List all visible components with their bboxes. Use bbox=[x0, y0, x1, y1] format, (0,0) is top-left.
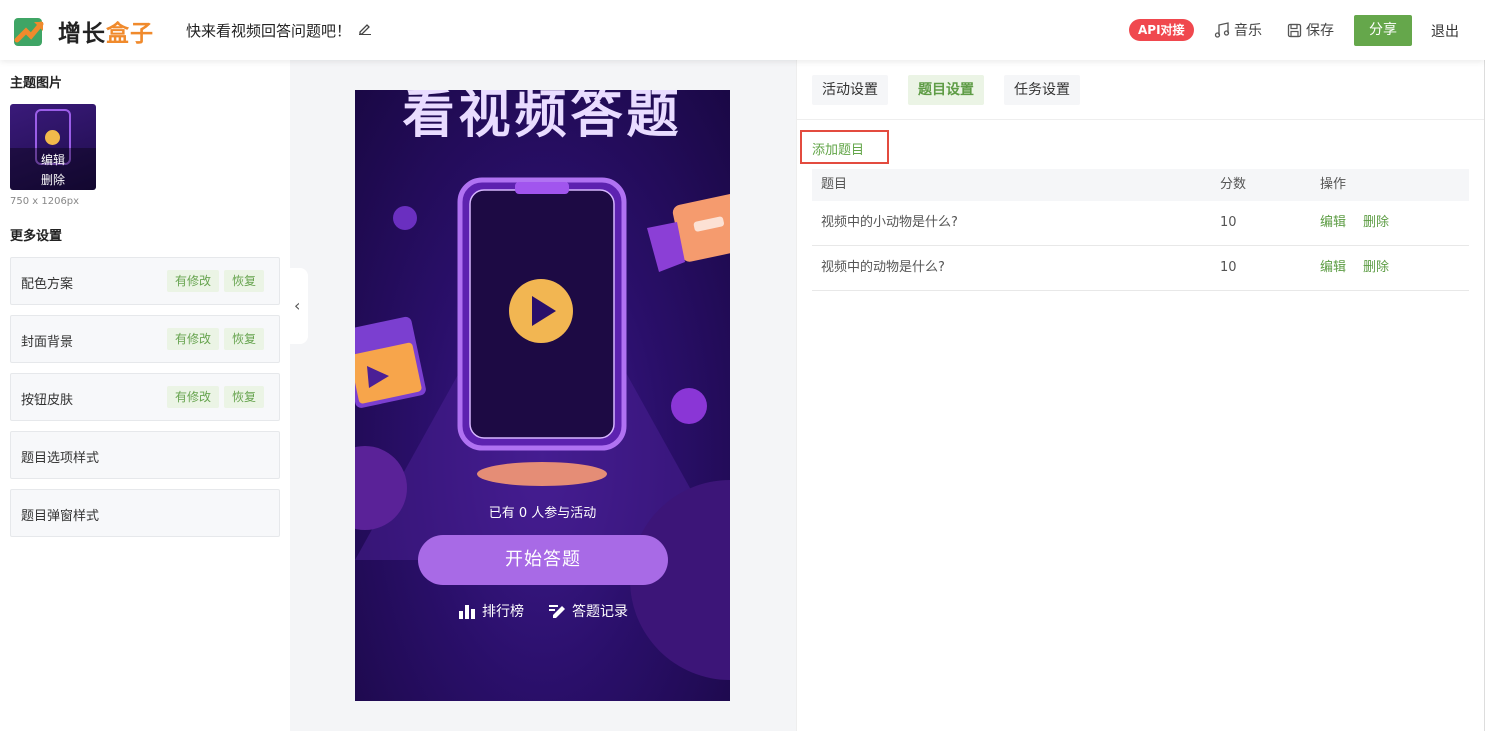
music-button[interactable]: 音乐 bbox=[1214, 20, 1262, 40]
question-table: 题目 分数 操作 视频中的小动物是什么? 10 编辑 删除 视频中的动物是什么?… bbox=[812, 169, 1469, 291]
setting-label: 封面背景 bbox=[21, 335, 74, 350]
theme-image-thumbnail[interactable]: 编辑 删除 bbox=[10, 104, 96, 190]
restore-button[interactable]: 恢复 bbox=[224, 270, 265, 292]
modified-tag: 有修改 bbox=[167, 270, 220, 292]
leaderboard-link[interactable]: 排行榜 bbox=[458, 601, 524, 621]
setting-cover-background[interactable]: 封面背景 有修改 恢复 bbox=[10, 315, 280, 363]
add-question-button[interactable]: 添加题目 bbox=[800, 130, 889, 164]
setting-label: 题目选项样式 bbox=[21, 451, 100, 466]
tab-divider bbox=[797, 119, 1485, 120]
answer-records-link[interactable]: 答题记录 bbox=[548, 601, 628, 621]
save-label: 保存 bbox=[1306, 23, 1334, 39]
tab-question-settings[interactable]: 题目设置 bbox=[908, 75, 984, 105]
score-value: 10 bbox=[1220, 260, 1237, 275]
column-score: 分数 bbox=[1220, 177, 1247, 192]
modified-tag: 有修改 bbox=[167, 328, 220, 350]
score-value: 10 bbox=[1220, 215, 1237, 230]
music-label: 音乐 bbox=[1234, 23, 1262, 39]
table-row: 视频中的小动物是什么? 10 编辑 删除 bbox=[812, 201, 1469, 246]
modified-tag: 有修改 bbox=[167, 386, 220, 408]
settings-panel: 活动设置 题目设置 任务设置 添加题目 题目 分数 操作 视频中的小动物是什么?… bbox=[796, 60, 1485, 731]
participants-text: 已有 0 人参与活动 bbox=[488, 506, 597, 521]
save-button[interactable]: 保存 bbox=[1287, 20, 1334, 40]
setting-button-skin[interactable]: 按钮皮肤 有修改 恢复 bbox=[10, 373, 280, 421]
preview-illustration bbox=[355, 177, 730, 680]
save-disk-icon bbox=[1287, 23, 1302, 37]
theme-image-title: 主题图片 bbox=[10, 76, 63, 91]
left-sidebar: 主题图片 编辑 删除 750 x 1206px 更多设置 配色方案 有修改 恢复… bbox=[0, 60, 290, 731]
delete-question-button[interactable]: 删除 bbox=[1363, 201, 1389, 245]
tab-activity-settings[interactable]: 活动设置 bbox=[812, 75, 888, 105]
start-quiz-button[interactable]: 开始答题 bbox=[418, 535, 668, 585]
tab-task-settings[interactable]: 任务设置 bbox=[1004, 75, 1080, 105]
bar-chart-icon bbox=[459, 605, 475, 619]
delete-question-button[interactable]: 删除 bbox=[1363, 246, 1389, 290]
edit-question-button[interactable]: 编辑 bbox=[1320, 201, 1346, 245]
restore-button[interactable]: 恢复 bbox=[224, 328, 265, 350]
mobile-preview: 看视频答题 已有 0 人参与活动 开始答题 排行榜 答题记录 bbox=[355, 90, 730, 701]
pencil-note-icon bbox=[549, 605, 565, 618]
setting-label: 题目弹窗样式 bbox=[21, 509, 100, 524]
setting-option-style[interactable]: 题目选项样式 bbox=[10, 431, 280, 479]
more-settings-title: 更多设置 bbox=[10, 229, 63, 244]
table-header: 题目 分数 操作 bbox=[812, 169, 1469, 201]
question-text: 视频中的小动物是什么? bbox=[821, 215, 958, 230]
collapse-sidebar-button[interactable]: ‹ bbox=[290, 268, 308, 344]
table-row: 视频中的动物是什么? 10 编辑 删除 bbox=[812, 246, 1469, 291]
page-title[interactable]: 快来看视频回答问题吧！ bbox=[186, 20, 351, 41]
edit-pencil-icon[interactable] bbox=[358, 21, 372, 35]
api-button[interactable]: API对接 bbox=[1129, 19, 1194, 41]
column-actions: 操作 bbox=[1320, 177, 1347, 192]
exit-button[interactable]: 退出 bbox=[1431, 21, 1459, 41]
setting-color-scheme[interactable]: 配色方案 有修改 恢复 bbox=[10, 257, 280, 305]
chevron-left-icon: ‹ bbox=[294, 296, 301, 315]
edit-question-button[interactable]: 编辑 bbox=[1320, 246, 1346, 290]
thumb-delete-button[interactable]: 删除 bbox=[10, 171, 96, 188]
setting-popup-style[interactable]: 题目弹窗样式 bbox=[10, 489, 280, 537]
app-header: 增长盒子 快来看视频回答问题吧！ API对接 音乐 保存 分享 退出 bbox=[0, 0, 1485, 60]
thumb-edit-button[interactable]: 编辑 bbox=[10, 151, 96, 168]
camera-illustration-right bbox=[647, 193, 730, 272]
restore-button[interactable]: 恢复 bbox=[224, 386, 265, 408]
thumb-size-text: 750 x 1206px bbox=[10, 196, 80, 207]
column-question: 题目 bbox=[821, 177, 848, 192]
video-card-illustration-left bbox=[355, 316, 426, 408]
setting-label: 配色方案 bbox=[21, 277, 74, 292]
preview-title: 看视频答题 bbox=[402, 90, 683, 145]
brand-name: 增长盒子 bbox=[58, 21, 154, 47]
logo-icon bbox=[14, 18, 44, 46]
leaderboard-label: 排行榜 bbox=[482, 604, 524, 620]
setting-label: 按钮皮肤 bbox=[21, 393, 74, 408]
answer-records-label: 答题记录 bbox=[572, 604, 628, 620]
thumb-play-icon bbox=[45, 130, 60, 145]
question-text: 视频中的动物是什么? bbox=[821, 260, 945, 275]
music-note-icon bbox=[1214, 22, 1230, 38]
share-button[interactable]: 分享 bbox=[1354, 15, 1412, 46]
